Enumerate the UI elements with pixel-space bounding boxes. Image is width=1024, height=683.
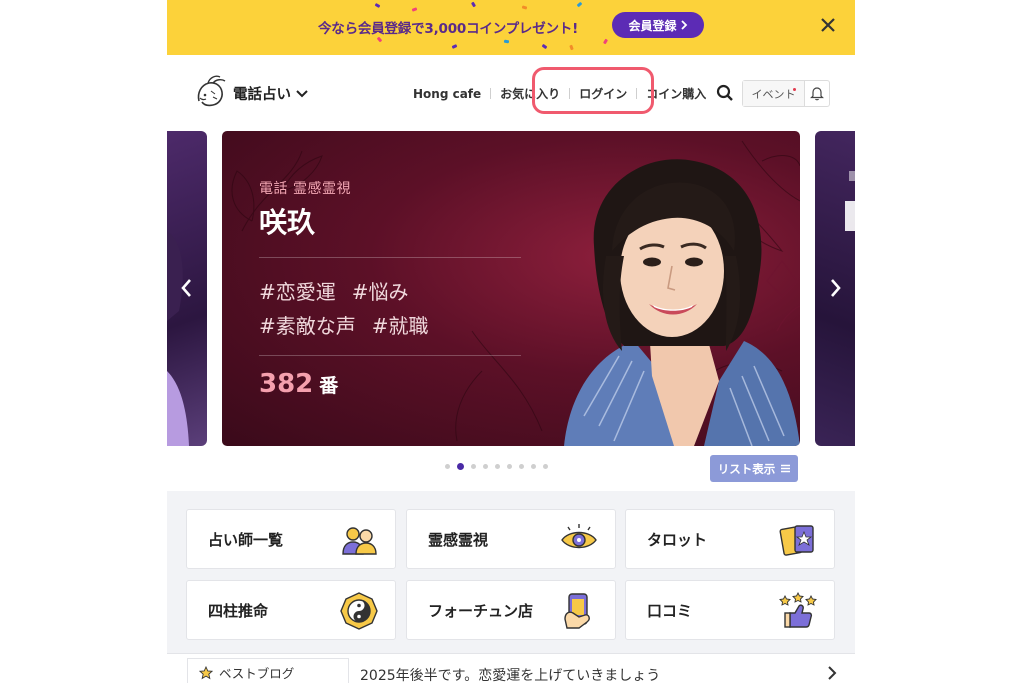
menu-four-pillars[interactable]: 四柱推命	[186, 580, 396, 640]
pagination-dot[interactable]	[471, 464, 476, 469]
tarot-icon	[779, 525, 814, 556]
eye-icon	[561, 524, 597, 549]
brand-label: 電話占い	[233, 87, 291, 103]
pagination-dot[interactable]	[507, 464, 512, 469]
chevron-right-icon	[680, 20, 687, 30]
slide-name: 咲玖	[259, 206, 316, 239]
slide-divider	[259, 355, 521, 356]
menu-reviews[interactable]: 口コミ	[625, 580, 835, 640]
menu-fortune-tellers[interactable]: 占い師一覧	[186, 509, 396, 569]
promo-text: 今なら会員登録で3,000コインプレゼント!	[318, 21, 579, 37]
tag: #恋愛運	[259, 280, 336, 304]
pagination-dot[interactable]	[495, 464, 500, 469]
carousel-next-arrow-icon[interactable]	[825, 276, 845, 300]
best-blog-label: ベストブログ	[219, 666, 295, 681]
chevron-down-icon	[296, 89, 308, 97]
chevron-right-icon[interactable]	[825, 664, 839, 682]
fortune-tellers-icon	[342, 527, 377, 555]
best-blog-tab[interactable]: ベストブログ	[187, 658, 349, 683]
featured-carousel: 電話 霊感霊視 咲玖 #恋愛運 #悩み #素敵な声 #就職 382 番 リスト表…	[167, 131, 855, 491]
blog-headline[interactable]: 2025年後半です。恋愛運を上げていきましょう	[360, 665, 660, 683]
event-label: イベント	[751, 87, 796, 101]
menu-lines-icon	[781, 464, 791, 473]
event-box: イベント	[742, 80, 830, 107]
fortune-teller-portrait	[564, 159, 800, 446]
menu-label: 口コミ	[647, 602, 693, 620]
pagination-dot-active[interactable]	[457, 463, 464, 470]
event-new-dot	[793, 88, 796, 91]
best-blog-row: ベストブログ 2025年後半です。恋愛運を上げていきましょう	[167, 653, 855, 683]
logo-mascot-icon[interactable]	[189, 71, 231, 113]
slide-number-value: 382	[259, 369, 314, 399]
thumbs-up-icon	[779, 591, 817, 628]
pagination-dot[interactable]	[543, 464, 548, 469]
close-icon	[821, 18, 835, 32]
phone-hand-icon	[564, 593, 590, 629]
slide-number: 382 番	[259, 369, 338, 399]
tag: #就職	[371, 314, 429, 338]
menu-label: 占い師一覧	[208, 531, 284, 549]
nav-divider	[490, 88, 492, 99]
menu-fortune-shop[interactable]: フォーチュン店	[406, 580, 616, 640]
slide-tags: #恋愛運 #悩み #素敵な声 #就職	[259, 275, 519, 343]
service-selector[interactable]: 電話占い	[233, 83, 308, 104]
event-button[interactable]: イベント	[743, 81, 805, 106]
yin-yang-icon	[340, 592, 378, 630]
star-icon	[199, 665, 213, 679]
header: 電話占い Hong cafe お気に入り ログイン コイン購入 イベント	[167, 55, 855, 131]
menu-label: フォーチュン店	[428, 602, 534, 620]
register-button-label: 会員登録	[628, 18, 677, 33]
slide-category: 電話 霊感霊視	[259, 181, 351, 197]
tag: #悩み	[351, 280, 409, 304]
carousel-prev-arrow-icon[interactable]	[177, 276, 197, 300]
pagination-dot[interactable]	[519, 464, 524, 469]
page: 今なら会員登録で3,000コインプレゼント! 会員登録 電話占い Hong ca…	[167, 0, 855, 683]
login-highlight-box	[532, 67, 654, 114]
search-icon[interactable]	[715, 83, 735, 103]
promo-banner: 今なら会員登録で3,000コインプレゼント! 会員登録	[167, 0, 855, 55]
menu-label: 霊感霊視	[428, 531, 489, 549]
menu-tarot[interactable]: タロット	[625, 509, 835, 569]
menu-clairvoyance[interactable]: 霊感霊視	[406, 509, 616, 569]
list-view-button[interactable]: リスト表示	[710, 455, 798, 482]
pagination-dot[interactable]	[531, 464, 536, 469]
menu-label: タロット	[647, 531, 708, 549]
menu-label: 四柱推命	[208, 602, 269, 620]
nav-buy-coins[interactable]: コイン購入	[646, 85, 706, 102]
nav-hong-cafe[interactable]: Hong cafe	[413, 87, 481, 101]
list-view-label: リスト表示	[717, 461, 776, 476]
register-button[interactable]: 会員登録	[612, 12, 704, 38]
slide-divider	[259, 257, 521, 258]
carousel-pagination	[445, 463, 548, 470]
slide-number-unit: 番	[319, 375, 339, 397]
close-button[interactable]	[815, 12, 841, 38]
slide-card[interactable]: 電話 霊感霊視 咲玖 #恋愛運 #悩み #素敵な声 #就職 382 番	[222, 131, 800, 446]
notification-button[interactable]	[805, 81, 829, 106]
bell-icon	[810, 87, 824, 101]
pagination-dot[interactable]	[483, 464, 488, 469]
pagination-dot[interactable]	[445, 464, 450, 469]
tag: #素敵な声	[259, 314, 356, 338]
